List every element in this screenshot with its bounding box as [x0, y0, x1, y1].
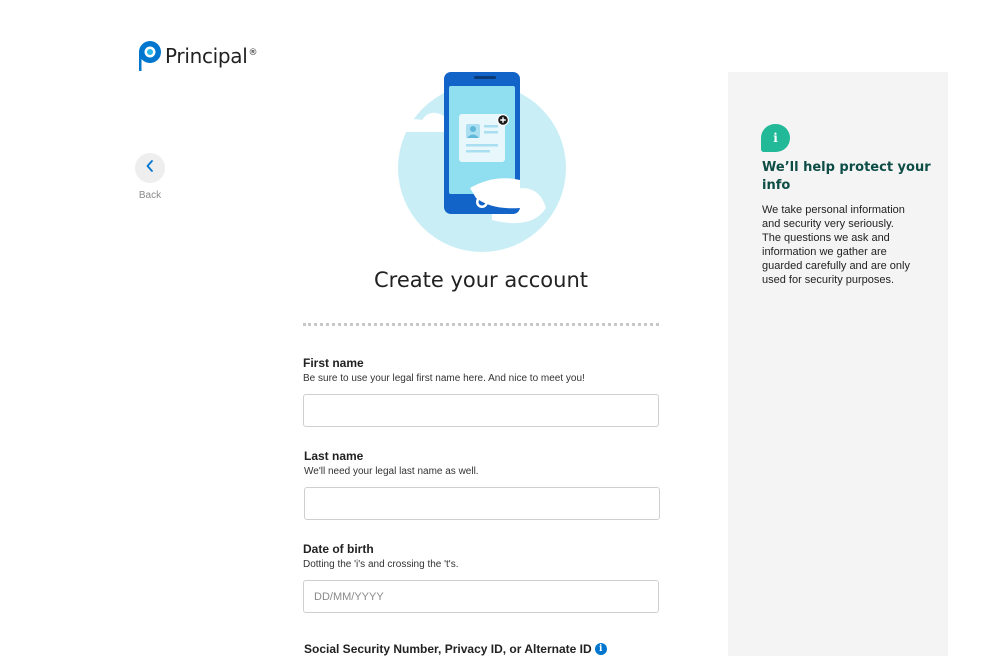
dob-input[interactable]: [303, 580, 659, 613]
last-name-help: We'll need your legal last name as well.: [304, 466, 479, 477]
principal-logo[interactable]: Principal®: [138, 40, 258, 72]
dob-help: Dotting the 'i's and crossing the 't's.: [303, 559, 459, 570]
page-title: Create your account: [373, 268, 588, 292]
ssn-field-group: Social Security Number, Privacy ID, or A…: [304, 642, 607, 656]
dob-field-group: Date of birth Dotting the 'i's and cross…: [303, 542, 660, 613]
back-nav[interactable]: Back: [135, 153, 165, 201]
security-info-panel: i We’ll help protect your info We take p…: [728, 72, 948, 656]
side-panel-body: We take personal information and securit…: [762, 204, 910, 286]
last-name-label: Last name: [304, 449, 364, 463]
principal-logo-icon: [138, 40, 162, 72]
first-name-label: First name: [303, 356, 364, 370]
dotted-divider: [303, 323, 659, 326]
phone-id-card-illustration: [396, 70, 572, 256]
chevron-left-icon: [145, 159, 155, 178]
first-name-help: Be sure to use your legal first name her…: [303, 373, 585, 384]
info-icon[interactable]: i: [594, 643, 607, 655]
principal-logo-text: Principal®: [165, 44, 258, 68]
first-name-field-group: First name Be sure to use your legal fir…: [303, 356, 660, 427]
side-panel-title: We’ll help protect your info: [762, 160, 931, 193]
back-button[interactable]: [135, 153, 165, 183]
back-label: Back: [138, 190, 162, 201]
info-bubble-icon: i: [761, 124, 790, 152]
last-name-field-group: Last name We'll need your legal last nam…: [304, 449, 661, 520]
ssn-label: Social Security Number, Privacy ID, or A…: [304, 642, 592, 656]
first-name-input[interactable]: [303, 394, 659, 427]
last-name-input[interactable]: [304, 487, 660, 520]
dob-label: Date of birth: [303, 542, 374, 556]
